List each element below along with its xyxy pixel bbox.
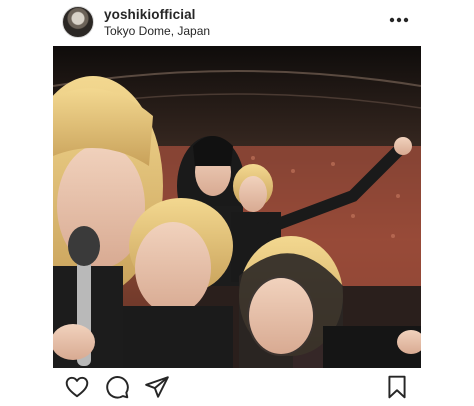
avatar[interactable] xyxy=(62,6,94,38)
post-photo[interactable] xyxy=(53,46,421,368)
comment-icon[interactable] xyxy=(104,374,130,400)
username[interactable]: yoshikiofficial xyxy=(104,7,196,22)
heart-icon[interactable] xyxy=(64,374,90,400)
action-bar xyxy=(0,372,474,406)
location[interactable]: Tokyo Dome, Japan xyxy=(104,24,210,38)
send-icon[interactable] xyxy=(144,374,170,400)
more-options-icon[interactable] xyxy=(386,10,412,30)
bookmark-icon[interactable] xyxy=(384,374,410,400)
post-header: yoshikiofficial Tokyo Dome, Japan xyxy=(0,0,474,46)
